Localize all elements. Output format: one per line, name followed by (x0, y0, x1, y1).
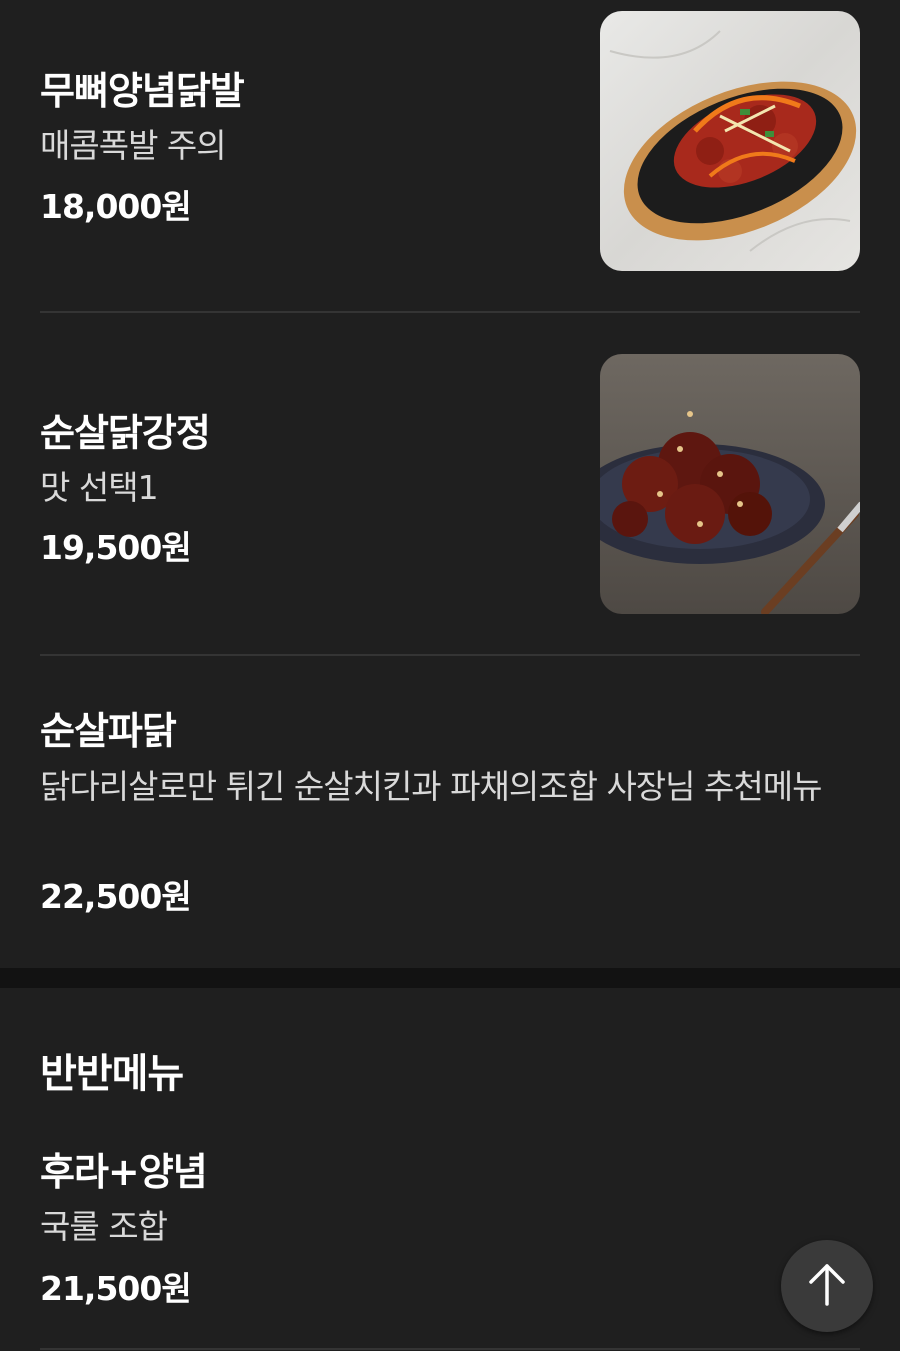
boneless-dakgangjeong-photo[interactable] (600, 354, 860, 614)
scroll-to-top-button[interactable] (781, 1240, 873, 1332)
menu-item-fried-plus-seasoned[interactable]: 후라+양념 국룰 조합 21,500원 (40, 1120, 860, 1350)
menu-item-price: 19,500원 (40, 528, 192, 567)
menu-item-name: 후라+양념 (40, 1150, 208, 1194)
menu-item-price: 18,000원 (40, 187, 192, 226)
item-divider (40, 1348, 860, 1350)
menu-item-name: 무뼈양념닭발 (40, 69, 245, 113)
menu-item-boneless-padak[interactable]: 순살파닭 닭다리살로만 튀긴 순살치킨과 파채의조합 사장님 추천메뉴 22,5… (40, 656, 860, 968)
menu-item-name: 순살파닭 (40, 709, 177, 753)
section-title: 반반메뉴 (40, 1051, 184, 1097)
menu-item-price: 22,500원 (40, 877, 192, 916)
menu-item-description: 매콤폭발 주의 (40, 126, 227, 165)
menu-item-price: 21,500원 (40, 1269, 192, 1308)
menu-item-description: 맛 선택1 (40, 468, 159, 507)
menu-item-name: 순살닭강정 (40, 411, 211, 455)
menu-item-description: 국룰 조합 (40, 1207, 168, 1246)
spicy-chicken-feet-photo[interactable] (600, 11, 860, 271)
section-separator (0, 968, 900, 988)
menu-page: 무뼈양념닭발 매콤폭발 주의 18,000원 순살닭강정 맛 선택1 19,50… (0, 0, 900, 1351)
arrow-up-icon (807, 1262, 847, 1310)
menu-item-description: 닭다리살로만 튀긴 순살치킨과 파채의조합 사장님 추천메뉴 (40, 767, 822, 806)
